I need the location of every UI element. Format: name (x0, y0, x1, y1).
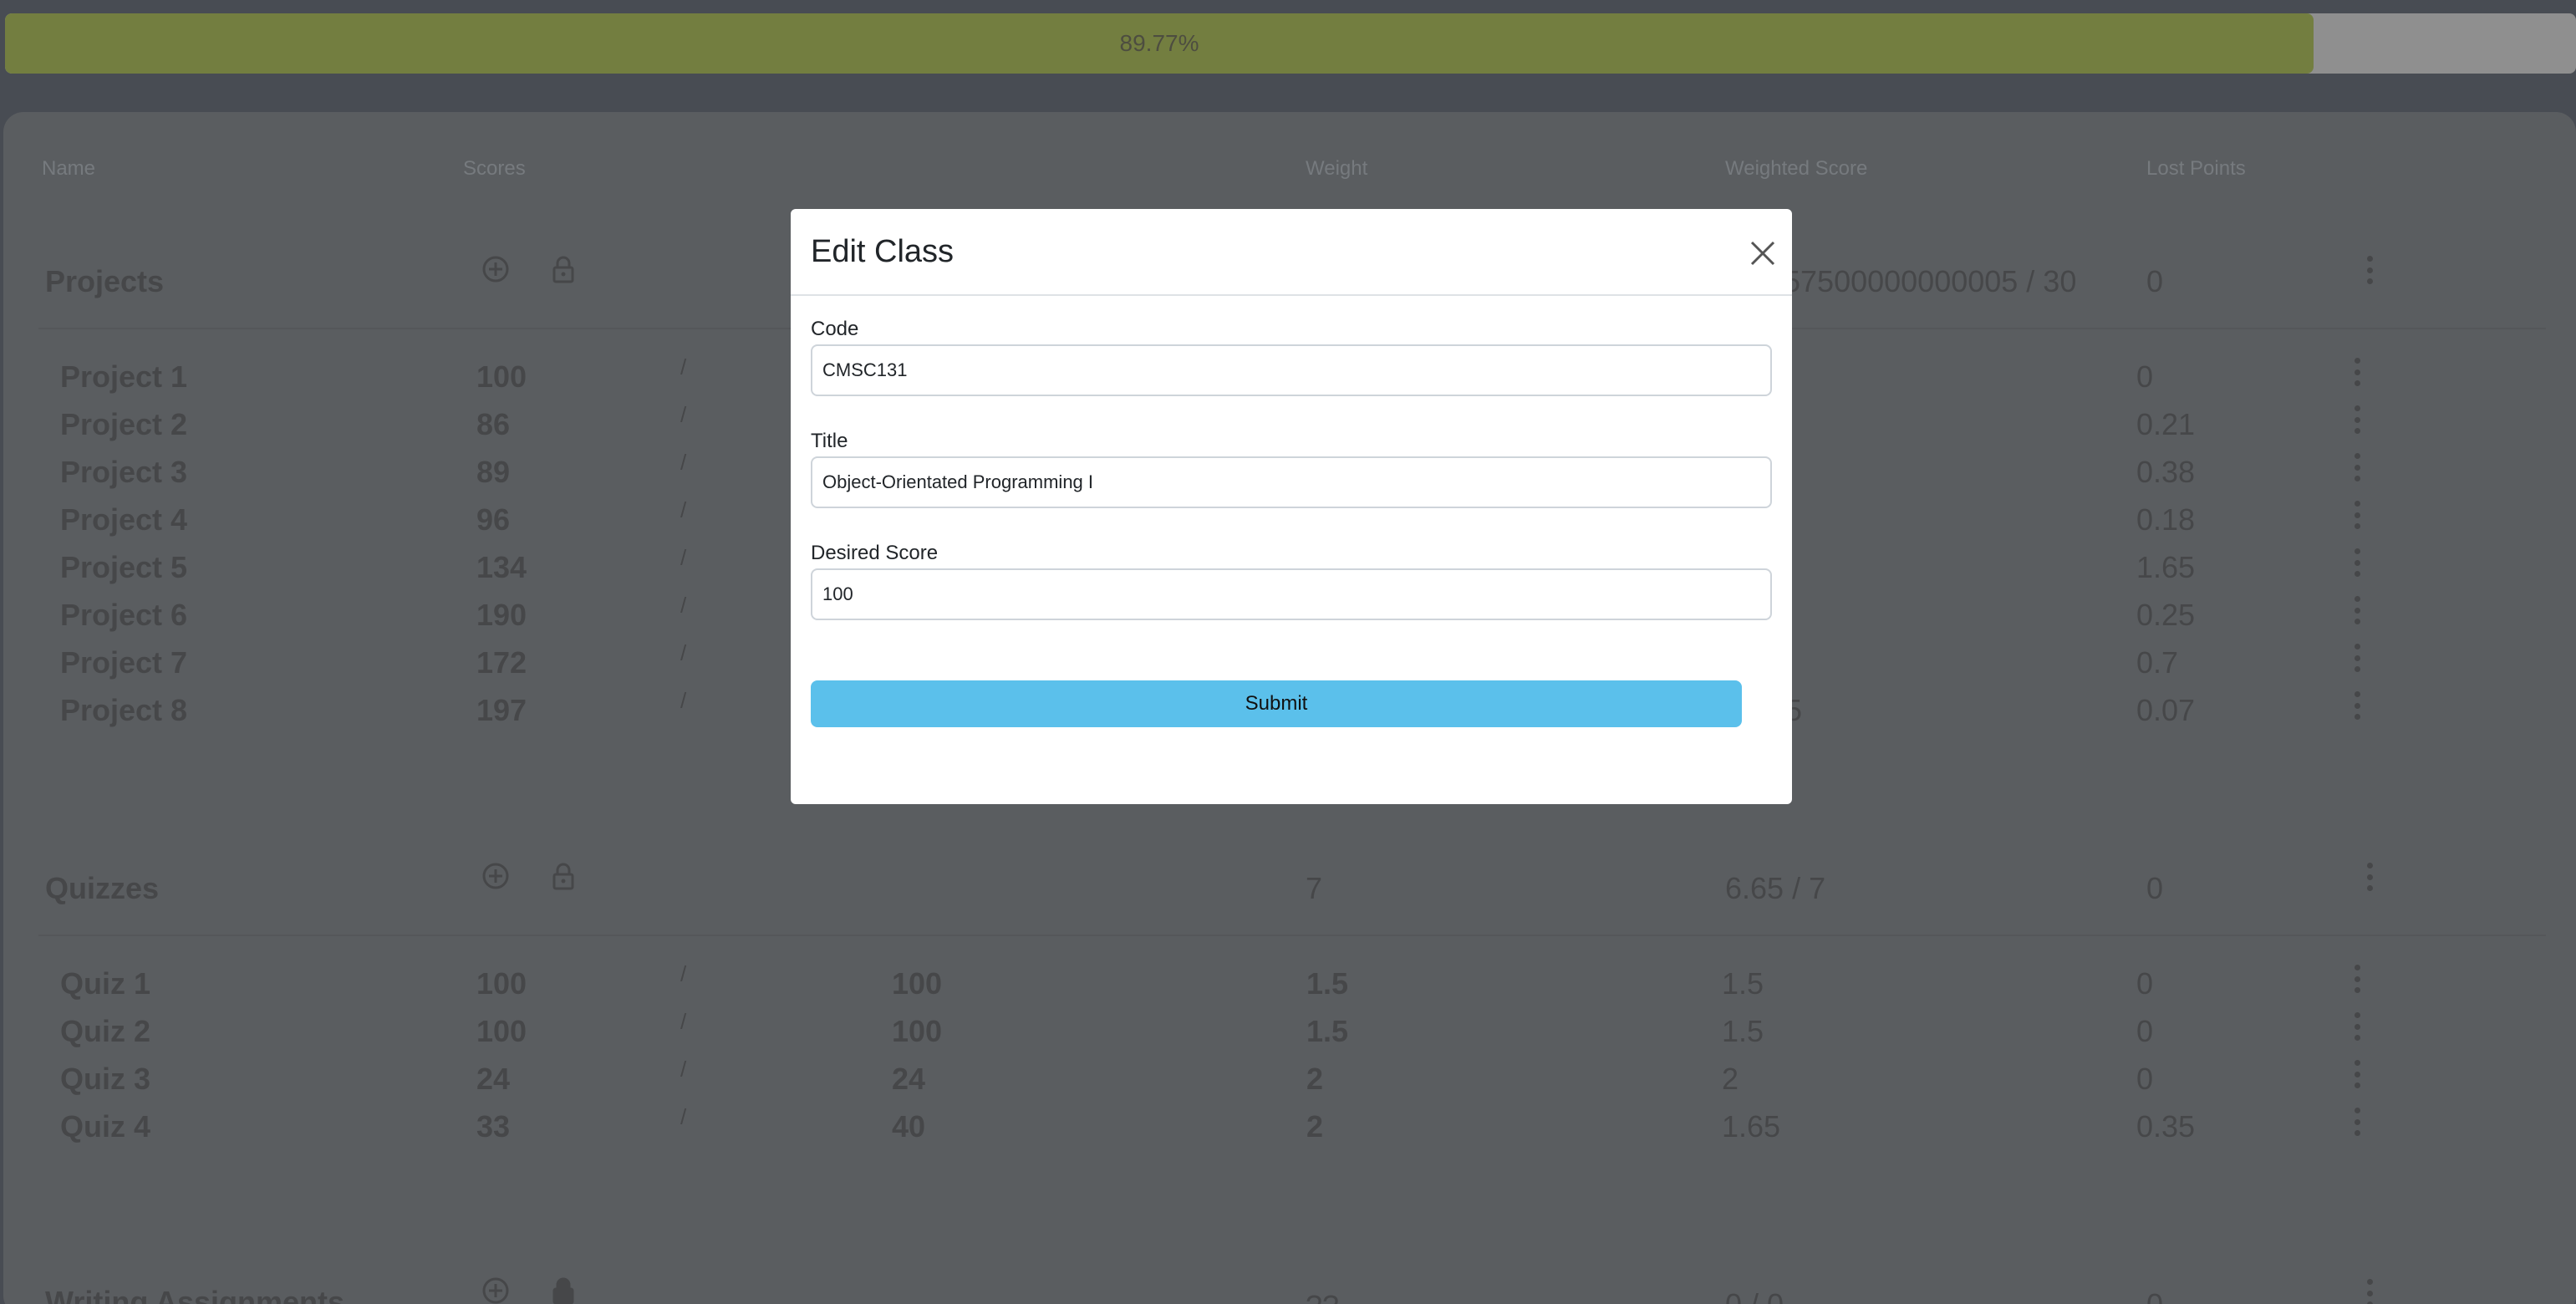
edit-class-modal: Edit Class Code Title Desired Score Subm… (791, 209, 1792, 804)
close-icon[interactable] (1749, 239, 1777, 267)
modal-title: Edit Class (811, 234, 955, 269)
desired-score-field[interactable] (811, 568, 1772, 620)
desired-score-label: Desired Score (811, 542, 939, 564)
title-label: Title (811, 430, 848, 452)
title-field[interactable] (811, 456, 1772, 508)
code-label: Code (811, 318, 859, 340)
modal-divider (791, 294, 1792, 296)
submit-button[interactable]: Submit (811, 680, 1742, 727)
code-field[interactable] (811, 344, 1772, 396)
